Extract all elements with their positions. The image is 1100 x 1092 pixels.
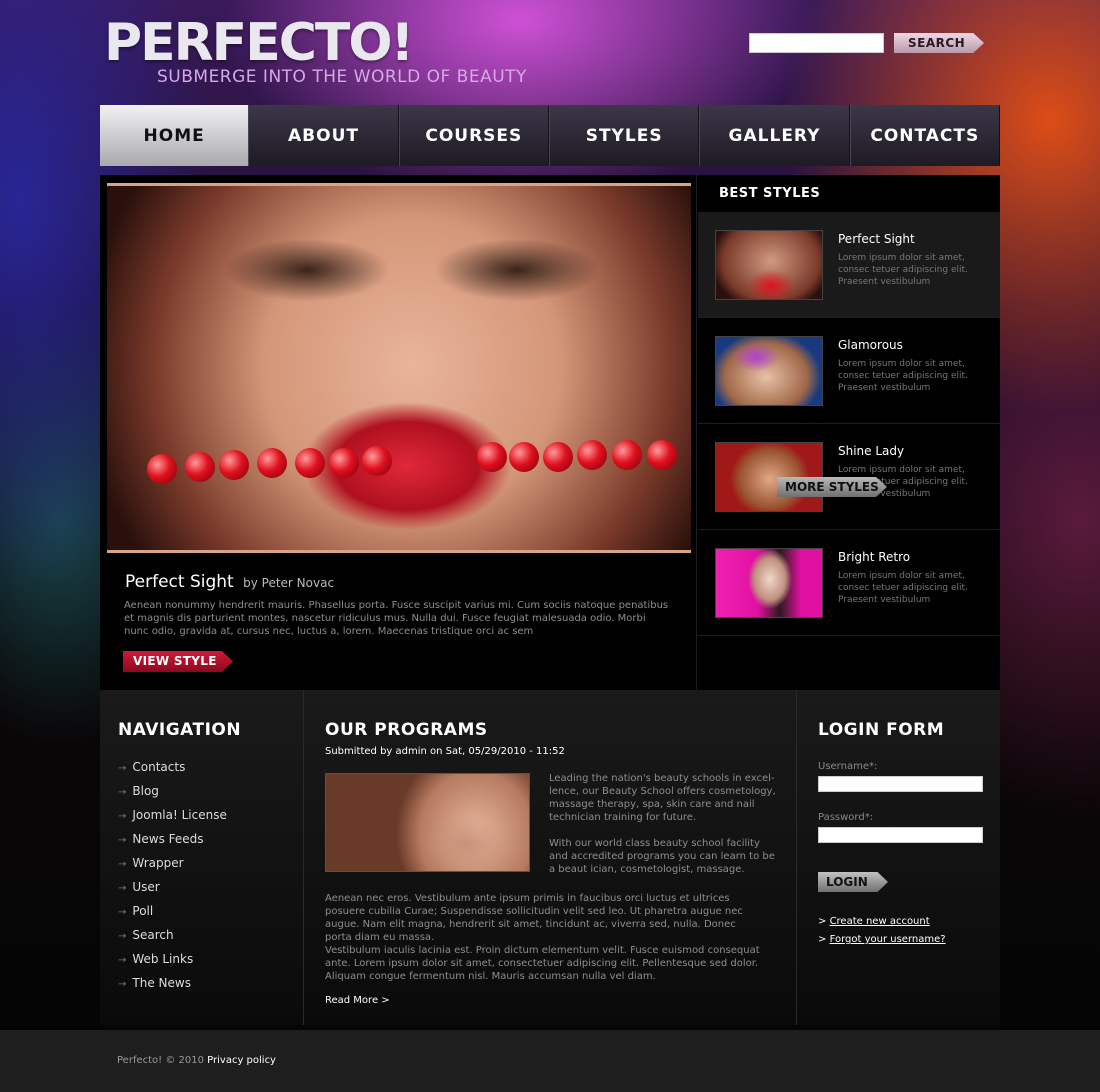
- username-label: Username*:: [818, 761, 878, 772]
- featured-description: Aenean nonummy hendrerit mauris. Phasell…: [124, 600, 669, 637]
- programs-text: Leading the nation's beauty schools in e…: [549, 773, 776, 823]
- nav-link-contacts[interactable]: → Contacts: [118, 760, 227, 784]
- programs-submitted: Submitted by admin on Sat, 05/29/2010 - …: [325, 746, 565, 757]
- arrow-icon: →: [118, 835, 127, 846]
- navigation-title: NAVIGATION: [118, 720, 242, 740]
- programs-column: OUR PROGRAMS Submitted by admin on Sat, …: [305, 690, 797, 1025]
- arrow-icon: →: [118, 787, 127, 798]
- arrow-icon: →: [118, 955, 127, 966]
- style-item[interactable]: Glamorous Lorem ipsum dolor sit amet, co…: [698, 318, 1000, 424]
- nav-link-the-news[interactable]: → The News: [118, 976, 227, 1000]
- nav-link-search[interactable]: → Search: [118, 928, 227, 952]
- login-title: LOGIN FORM: [818, 720, 945, 740]
- style-name[interactable]: Bright Retro: [838, 550, 910, 564]
- style-thumbnail[interactable]: [715, 336, 823, 406]
- more-styles-button[interactable]: MORE STYLES: [777, 477, 887, 497]
- read-more-link[interactable]: Read More >: [325, 995, 390, 1006]
- style-description: Lorem ipsum dolor sit amet, consec tetue…: [838, 253, 968, 287]
- footer-text: Perfecto! © 2010 Privacy policy: [117, 1055, 276, 1066]
- site-tagline: SUBMERGE INTO THE WORLD OF BEAUTY: [157, 67, 527, 87]
- arrow-icon: →: [118, 883, 127, 894]
- arrow-icon: →: [118, 907, 127, 918]
- bottom-section: NAVIGATION → Contacts → Blog → Joomla! Lice…: [100, 690, 1000, 1025]
- nav-link-user[interactable]: → User: [118, 880, 227, 904]
- style-name[interactable]: Shine Lady: [838, 444, 904, 458]
- programs-image: [325, 773, 530, 872]
- best-styles-panel: BEST STYLES Perfect Sight Lorem ipsum do…: [698, 175, 1000, 690]
- nav-gallery[interactable]: GALLERY: [699, 105, 850, 166]
- create-account-link[interactable]: > Create new account: [818, 916, 930, 927]
- login-column: LOGIN FORM Username*: Password*: LOGIN >…: [798, 690, 1000, 1025]
- programs-text: Vestibulum iaculis lacinia est. Proin di…: [325, 945, 760, 982]
- arrow-icon: →: [118, 979, 127, 990]
- style-item[interactable]: Perfect Sight Lorem ipsum dolor sit amet…: [698, 212, 1000, 318]
- nav-about[interactable]: ABOUT: [248, 105, 399, 166]
- style-description: Lorem ipsum dolor sit amet, consec tetue…: [838, 359, 968, 393]
- nav-link-web-links[interactable]: → Web Links: [118, 952, 227, 976]
- style-name[interactable]: Glamorous: [838, 338, 903, 352]
- style-name[interactable]: Perfect Sight: [838, 232, 915, 246]
- navigation-column: NAVIGATION → Contacts → Blog → Joomla! Lice…: [100, 690, 304, 1025]
- arrow-icon: →: [118, 859, 127, 870]
- site-logo[interactable]: PERFECTO!: [104, 14, 414, 72]
- navigation-list: → Contacts → Blog → Joomla! License → News F…: [118, 760, 227, 1000]
- main-nav: HOME ABOUT COURSES STYLES GALLERY CONTAC…: [100, 105, 1000, 166]
- nav-courses[interactable]: COURSES: [398, 105, 549, 166]
- featured-title: Perfect Sight by Peter Novac: [125, 572, 335, 592]
- programs-text: Aenean nec eros. Vestibulum ante ipsum p…: [325, 893, 743, 943]
- nav-link-news-feeds[interactable]: → News Feeds: [118, 832, 227, 856]
- password-label: Password*:: [818, 812, 874, 823]
- login-button[interactable]: LOGIN: [818, 872, 888, 892]
- featured-style: Perfect Sight by Peter Novac Aenean nonu…: [100, 175, 697, 690]
- nav-styles[interactable]: STYLES: [548, 105, 700, 166]
- style-item[interactable]: Bright Retro Lorem ipsum dolor sit amet,…: [698, 530, 1000, 636]
- footer: Perfecto! © 2010 Privacy policy: [0, 1030, 1100, 1092]
- view-style-button[interactable]: VIEW STYLE: [123, 651, 233, 672]
- style-description: Lorem ipsum dolor sit amet, consec tetue…: [838, 571, 968, 605]
- nav-link-wrapper[interactable]: → Wrapper: [118, 856, 227, 880]
- featured-image: [107, 183, 691, 553]
- arrow-icon: →: [118, 763, 127, 774]
- nav-link-joomla-license[interactable]: → Joomla! License: [118, 808, 227, 832]
- programs-title: OUR PROGRAMS: [325, 720, 488, 740]
- best-styles-title: BEST STYLES: [719, 186, 821, 201]
- nav-home[interactable]: HOME: [100, 105, 249, 166]
- search-button[interactable]: SEARCH: [894, 33, 984, 53]
- style-thumbnail[interactable]: [715, 230, 823, 300]
- nav-contacts[interactable]: CONTACTS: [849, 105, 1000, 166]
- main-content: Perfect Sight by Peter Novac Aenean nonu…: [100, 175, 1000, 690]
- nav-link-blog[interactable]: → Blog: [118, 784, 227, 808]
- arrow-icon: →: [118, 931, 127, 942]
- search-input[interactable]: [749, 33, 884, 53]
- nav-link-poll[interactable]: → Poll: [118, 904, 227, 928]
- style-thumbnail[interactable]: [715, 548, 823, 618]
- programs-text: With our world class beauty school facil…: [549, 838, 775, 875]
- password-field[interactable]: [818, 827, 983, 843]
- username-field[interactable]: [818, 776, 983, 792]
- arrow-icon: →: [118, 811, 127, 822]
- privacy-policy-link[interactable]: Privacy policy: [207, 1055, 276, 1066]
- forgot-username-link[interactable]: > Forgot your username?: [818, 934, 946, 945]
- featured-author: by Peter Novac: [243, 576, 335, 590]
